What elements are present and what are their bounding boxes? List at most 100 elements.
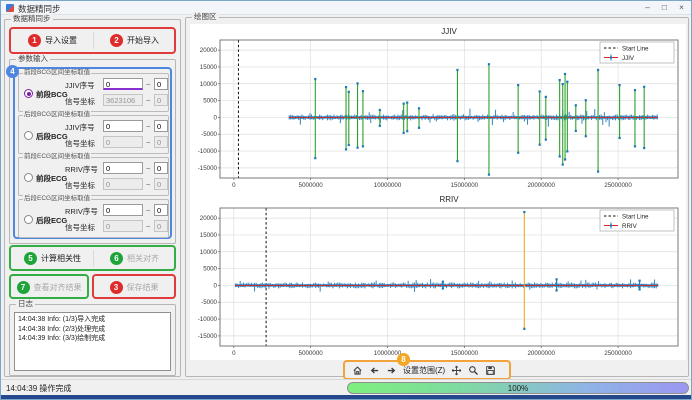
taskbar-strip: [1, 395, 692, 400]
signal-coord-to-input[interactable]: 0: [154, 94, 168, 106]
step-badge-6: 6: [110, 252, 123, 265]
back-icon[interactable]: [369, 365, 380, 376]
jjiv-seq-to-input[interactable]: 0: [154, 78, 168, 90]
import-settings-label: 导入设置: [45, 35, 77, 46]
svg-text:15000: 15000: [200, 232, 218, 239]
pan-icon[interactable]: [451, 365, 462, 376]
svg-text:-10000: -10000: [198, 148, 218, 155]
view-align-result-label: 查看对齐结果: [34, 282, 82, 293]
signal-coord-from-input[interactable]: 0: [103, 136, 143, 148]
import-annotation-box: 1 导入设置 2 开始导入: [9, 27, 176, 54]
progress-bar: 100%: [347, 382, 689, 394]
jjiv-chart: 0500000010000000150000002000000025000000…: [190, 24, 686, 192]
jjiv-seq-from-input[interactable]: 0: [103, 78, 143, 90]
step-badge-1: 1: [28, 34, 41, 47]
app-window: 数据精同步 – □ × 数据精同步 1 导入设置 2 开始导入 参数输入 4: [0, 0, 692, 400]
maximize-button[interactable]: □: [656, 1, 673, 15]
svg-text:20000000: 20000000: [527, 350, 555, 357]
svg-text:-5000: -5000: [201, 299, 217, 306]
home-icon[interactable]: [352, 365, 363, 376]
field-label: 信号坐标: [65, 222, 95, 233]
field-label: 信号坐标: [65, 138, 95, 149]
step-badge-4: 4: [6, 65, 19, 78]
signal-coord-to-input[interactable]: 0: [154, 178, 168, 190]
minimize-button[interactable]: –: [639, 1, 656, 15]
jjiv-seq-to-input[interactable]: 0: [154, 120, 168, 132]
svg-text:20000: 20000: [200, 215, 218, 222]
log-entry: 14:04:38 Info: (1/3)导入完成: [18, 315, 167, 325]
radio-bcg-front[interactable]: [24, 89, 33, 98]
rriv-seq-from-input[interactable]: 0: [103, 162, 143, 174]
signal-coord-from-input[interactable]: 0: [103, 220, 143, 232]
tilde: ~: [146, 122, 150, 131]
plot-panel-title: 绘图区: [192, 12, 219, 22]
radio-ecg-rear[interactable]: [24, 215, 33, 224]
plot-panel: 绘图区 050000001000000015000000200000002500…: [185, 17, 689, 377]
log-group: 日志 14:04:38 Info: (1/3)导入完成 14:04:38 Inf…: [9, 304, 176, 376]
signal-coord-to-input[interactable]: 0: [154, 220, 168, 232]
signal-coord-to-input[interactable]: 0: [154, 136, 168, 148]
radio-label: 前段ECG: [36, 173, 67, 184]
view-result-annotation-box: 7 查看对齐结果: [9, 274, 89, 299]
field-label: RRIV序号: [65, 206, 98, 217]
jjiv-seq-from-input[interactable]: 0: [103, 120, 143, 132]
log-group-title: 日志: [16, 299, 35, 309]
view-align-result-button[interactable]: 7 查看对齐结果: [11, 278, 87, 297]
field-label: 信号坐标: [65, 96, 95, 107]
zoom-icon[interactable]: [468, 365, 479, 376]
forward-icon[interactable]: [386, 365, 397, 376]
svg-text:0: 0: [214, 282, 218, 289]
svg-text:0: 0: [214, 114, 218, 121]
params-group: 参数输入 4 前段BCG区间坐标取值 前段BCG JJIV序号 0 ~ 0 信号…: [9, 59, 176, 244]
step-badge-3: 3: [110, 281, 123, 294]
rriv-seq-from-input[interactable]: 0: [103, 204, 143, 216]
section-ecg-front: 前段ECG区间坐标取值 前段ECG RRIV序号 0 ~ 0 信号坐标 0 ~ …: [18, 157, 169, 196]
step-badge-8: 8: [397, 353, 410, 366]
title-bar: 数据精同步 – □ ×: [1, 1, 691, 15]
signal-coord-from-input[interactable]: 3623106: [103, 94, 143, 106]
svg-text:Start Line: Start Line: [622, 46, 649, 53]
svg-text:Start Line: Start Line: [622, 214, 649, 221]
radio-label: 后段ECG: [36, 215, 67, 226]
compute-correlation-button[interactable]: 5 计算相关性: [13, 249, 92, 268]
radio-ecg-front[interactable]: [24, 173, 33, 182]
tilde: ~: [146, 222, 150, 231]
start-import-button[interactable]: 2 开始导入: [95, 31, 174, 50]
section-title: 后段BCG区间坐标取值: [23, 111, 91, 119]
set-range-button[interactable]: 设置范围(Z): [403, 365, 445, 376]
rriv-seq-to-input[interactable]: 0: [154, 204, 168, 216]
save-icon[interactable]: [485, 365, 496, 376]
save-annotation-box: 3 保存结果: [92, 274, 176, 299]
close-button[interactable]: ×: [673, 1, 690, 15]
divider: [93, 32, 94, 49]
section-title: 后段ECG区间坐标取值: [23, 195, 91, 203]
log-entry: 14:04:38 Info: (2/3)处理完成: [18, 325, 167, 335]
divider: [93, 250, 94, 267]
radio-label: 后段BCG: [36, 131, 68, 142]
import-settings-button[interactable]: 1 导入设置: [13, 31, 92, 50]
svg-text:RRIV: RRIV: [439, 195, 459, 204]
radio-bcg-rear[interactable]: [24, 131, 33, 140]
sync-panel-title: 数据精同步: [11, 14, 53, 24]
svg-text:-15000: -15000: [198, 333, 218, 340]
tilde: ~: [146, 80, 150, 89]
svg-text:RRIV: RRIV: [622, 223, 638, 230]
params-group-title: 参数输入: [16, 54, 50, 64]
plot-toolbar: 8 设置范围(Z): [343, 360, 511, 380]
signal-coord-from-input[interactable]: 0: [103, 178, 143, 190]
tilde: ~: [146, 96, 150, 105]
tilde: ~: [146, 164, 150, 173]
section-bcg-front: 前段BCG区间坐标取值 前段BCG JJIV序号 0 ~ 0 信号坐标 3623…: [18, 73, 169, 112]
field-label: 信号坐标: [65, 180, 95, 191]
log-area[interactable]: 14:04:38 Info: (1/3)导入完成 14:04:38 Info: …: [14, 312, 171, 371]
figure: 0500000010000000150000002000000025000000…: [190, 24, 686, 360]
params-annotation-box: 4 前段BCG区间坐标取值 前段BCG JJIV序号 0 ~ 0 信号坐标 36…: [13, 67, 172, 239]
svg-text:15000: 15000: [200, 64, 218, 71]
save-result-button[interactable]: 3 保存结果: [94, 278, 174, 297]
field-label: RRIV序号: [65, 164, 98, 175]
rriv-seq-to-input[interactable]: 0: [154, 162, 168, 174]
status-bar: 14:04:39 操作完成 100%: [1, 379, 692, 395]
correlation-align-label: 相关对齐: [127, 253, 159, 264]
svg-text:0: 0: [232, 350, 236, 357]
correlation-align-button[interactable]: 6 相关对齐: [95, 249, 174, 268]
